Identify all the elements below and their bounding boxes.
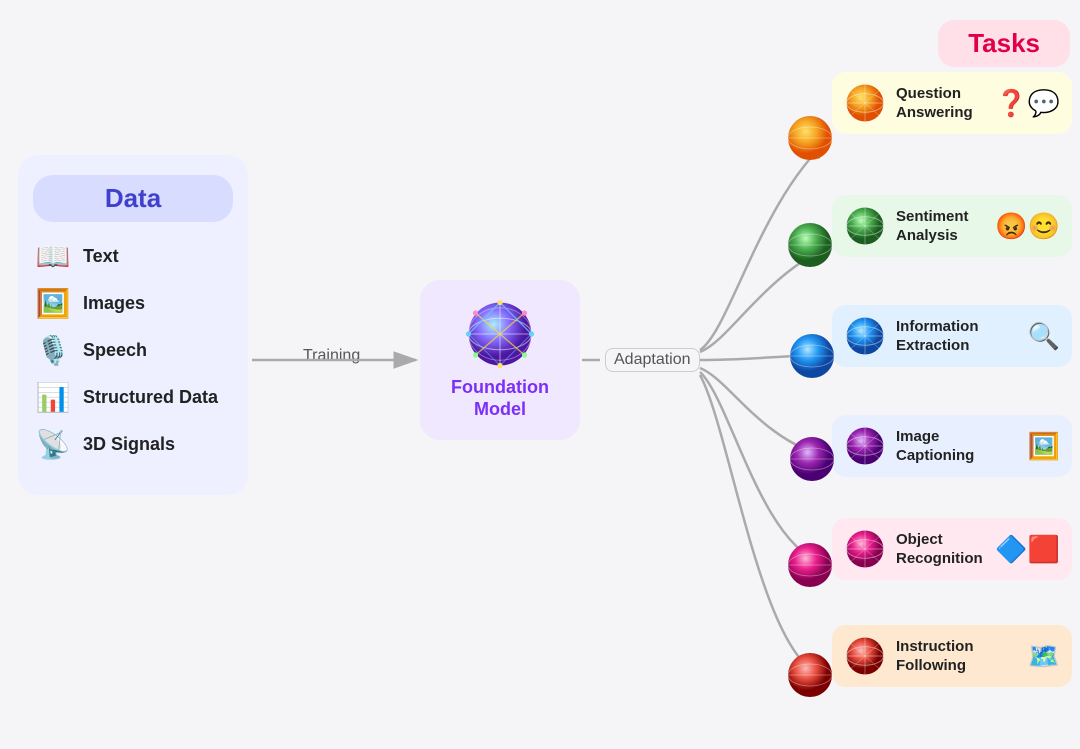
- data-label-structured: Structured Data: [83, 387, 218, 408]
- data-item-structured: 📊 Structured Data: [33, 381, 233, 414]
- data-item-text: 📖 Text: [33, 240, 233, 273]
- if-emoji: 🗺️: [1028, 641, 1060, 672]
- ie-label: Information Extraction: [896, 317, 1018, 356]
- ie-globe-icon: [844, 315, 886, 357]
- sa-emoji: 😡😊: [995, 211, 1060, 242]
- or-emoji: 🔷🟥: [995, 534, 1060, 565]
- if-label: Instruction Following: [896, 637, 1018, 676]
- qa-label: Question Answering: [896, 84, 985, 123]
- data-label-images: Images: [83, 293, 145, 314]
- tasks-title-box: Tasks: [938, 20, 1070, 67]
- data-item-images: 🖼️ Images: [33, 287, 233, 320]
- data-item-speech: 🎙️ Speech: [33, 334, 233, 367]
- text-icon: 📖: [33, 240, 73, 273]
- images-icon: 🖼️: [33, 287, 73, 320]
- data-label-3d: 3D Signals: [83, 434, 175, 455]
- signals-icon: 📡: [33, 428, 73, 461]
- training-label: Training: [295, 345, 368, 367]
- speech-icon: 🎙️: [33, 334, 73, 367]
- ic-globe-icon: [844, 425, 886, 467]
- adaptation-label: Adaptation: [605, 348, 700, 372]
- sa-label: Sentiment Analysis: [896, 207, 985, 246]
- or-label: Object Recognition: [896, 530, 985, 569]
- task-card-ic: Image Captioning 🖼️: [832, 415, 1072, 477]
- data-title-box: Data: [33, 175, 233, 222]
- ic-emoji: 🖼️: [1028, 431, 1060, 462]
- task-card-ie: Information Extraction 🔍: [832, 305, 1072, 367]
- qa-emoji: ❓💬: [995, 88, 1060, 119]
- task-card-sa: Sentiment Analysis 😡😊: [832, 195, 1072, 257]
- if-globe-icon: [844, 635, 886, 677]
- tasks-title: Tasks: [968, 28, 1040, 58]
- structured-icon: 📊: [33, 381, 73, 414]
- data-label-text: Text: [83, 246, 119, 267]
- foundation-globe-icon: [465, 299, 535, 369]
- data-item-3d: 📡 3D Signals: [33, 428, 233, 461]
- data-label-speech: Speech: [83, 340, 147, 361]
- ie-emoji: 🔍: [1028, 321, 1060, 352]
- foundation-label: FoundationModel: [451, 377, 549, 420]
- or-globe-icon: [844, 528, 886, 570]
- task-card-or: Object Recognition 🔷🟥: [832, 518, 1072, 580]
- sa-globe-icon: [844, 205, 886, 247]
- qa-globe-icon: [844, 82, 886, 124]
- task-card-if: Instruction Following 🗺️: [832, 625, 1072, 687]
- data-panel: Data 📖 Text 🖼️ Images 🎙️ Speech 📊 Struct…: [18, 155, 248, 495]
- data-title: Data: [105, 183, 161, 213]
- ic-label: Image Captioning: [896, 427, 1018, 466]
- foundation-model-box: FoundationModel: [420, 280, 580, 440]
- task-card-qa: Question Answering ❓💬: [832, 72, 1072, 134]
